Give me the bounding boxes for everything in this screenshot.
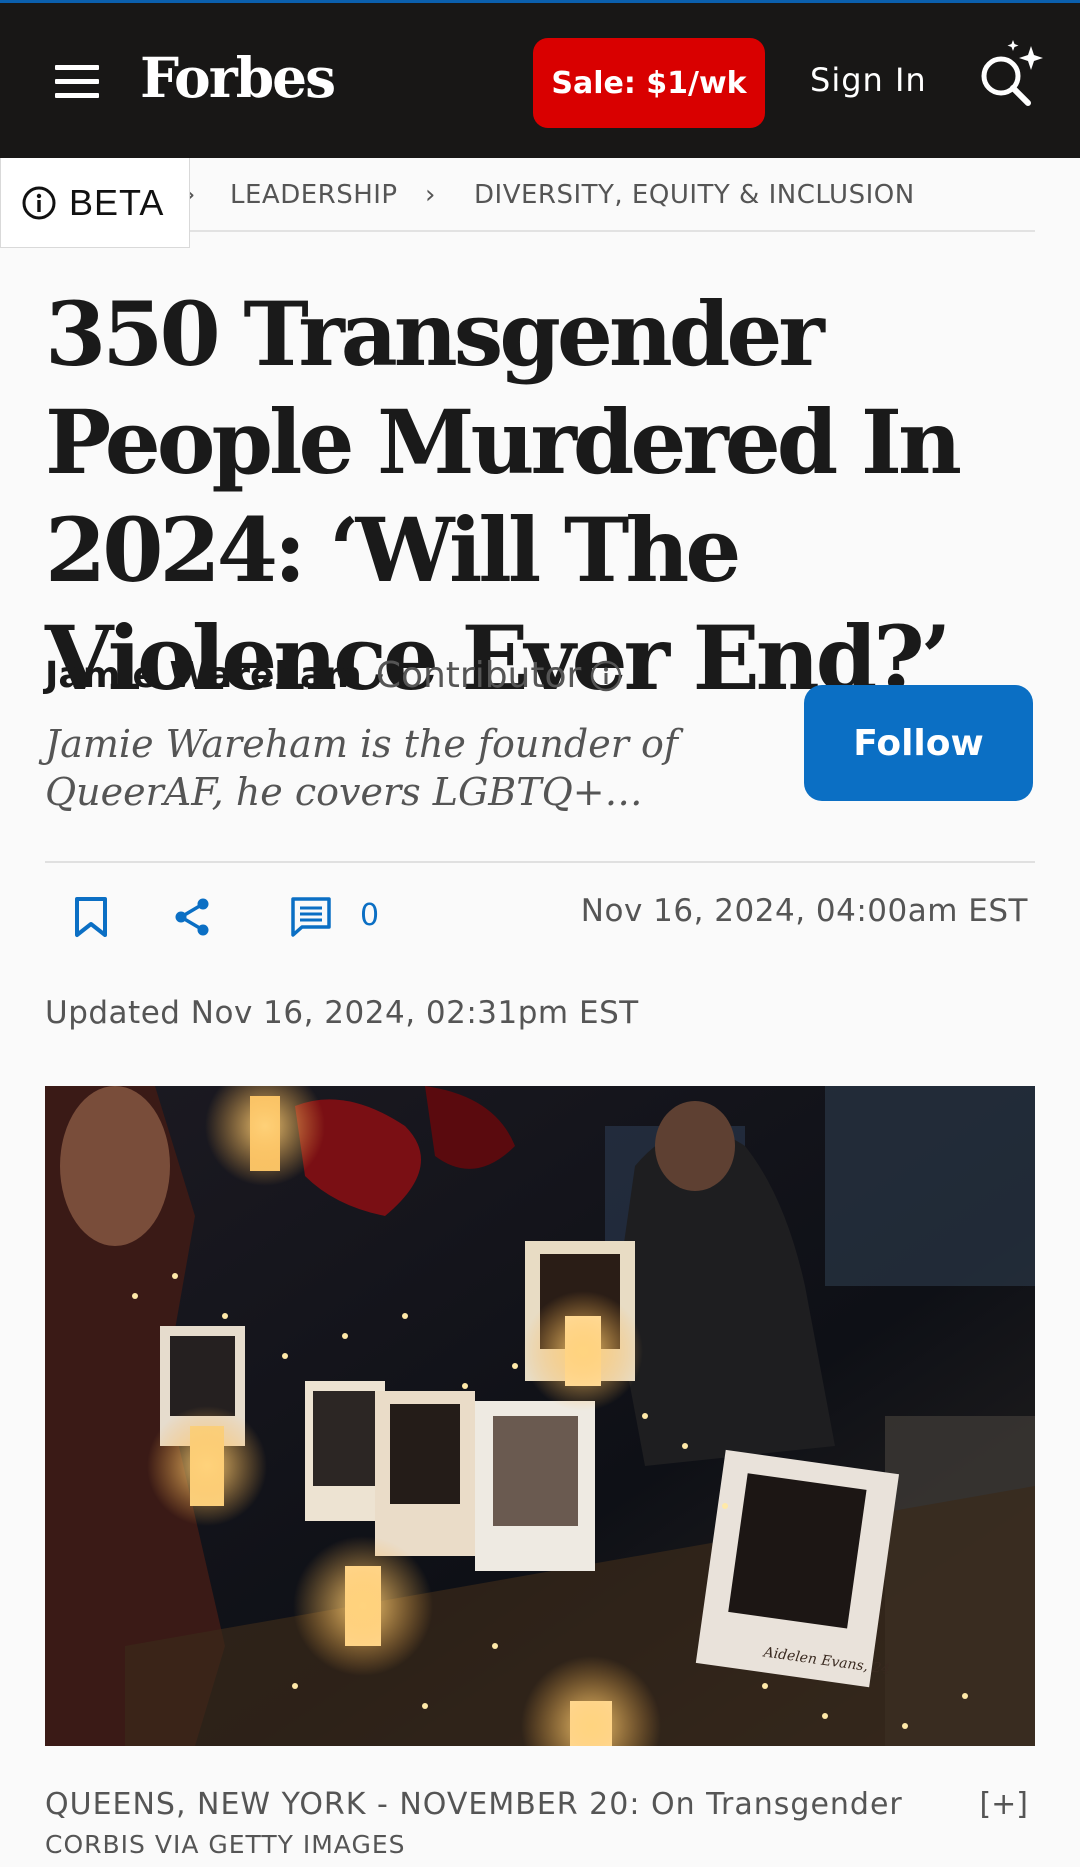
ai-search-icon[interactable]: [973, 38, 1045, 110]
breadcrumb-item-leadership[interactable]: LEADERSHIP: [230, 180, 398, 210]
publish-date: Nov 16, 2024, 04:00am EST: [580, 893, 1028, 929]
article-headline: 350 Transgender People Murdered In 2024:…: [45, 282, 962, 710]
sale-subscribe-button[interactable]: Sale: $1/wk: [533, 38, 765, 128]
beta-badge[interactable]: BETA: [0, 158, 190, 248]
follow-button[interactable]: Follow: [804, 685, 1033, 801]
author-name[interactable]: Jamie Wareham: [45, 655, 362, 696]
image-credit: CORBIS VIA GETTY IMAGES: [45, 1830, 406, 1859]
chevron-right-icon: ›: [425, 180, 436, 210]
caption-expand-button[interactable]: [+]: [979, 1787, 1028, 1822]
info-icon: [22, 186, 56, 219]
comment-count[interactable]: 0: [360, 898, 379, 933]
comment-icon[interactable]: [290, 896, 332, 938]
top-navigation-bar: Forbes Sale: $1/wk Sign In: [0, 0, 1080, 158]
info-icon[interactable]: [589, 659, 623, 693]
beta-label: BETA: [69, 181, 165, 223]
author-role: Contributor: [375, 655, 582, 696]
divider: [45, 861, 1035, 863]
vigil-photo: Aidelen Evans, 24: [45, 1086, 1035, 1746]
forbes-logo[interactable]: Forbes: [140, 45, 336, 110]
image-caption: QUEENS, NEW YORK - NOVEMBER 20: On Trans…: [45, 1787, 903, 1822]
author-byline: Jamie Wareham Contributor: [45, 655, 623, 696]
sign-in-link[interactable]: Sign In: [810, 61, 927, 99]
updated-date: Updated Nov 16, 2024, 02:31pm EST: [45, 995, 639, 1031]
article-hero-image[interactable]: Aidelen Evans, 24: [45, 1086, 1035, 1746]
author-bio: Jamie Wareham is the founder of QueerAF,…: [45, 722, 678, 814]
menu-icon[interactable]: [55, 65, 101, 99]
breadcrumb-item-dei[interactable]: DIVERSITY, EQUITY & INCLUSION: [474, 180, 915, 210]
bookmark-icon[interactable]: [72, 896, 110, 938]
share-icon[interactable]: [172, 896, 212, 938]
